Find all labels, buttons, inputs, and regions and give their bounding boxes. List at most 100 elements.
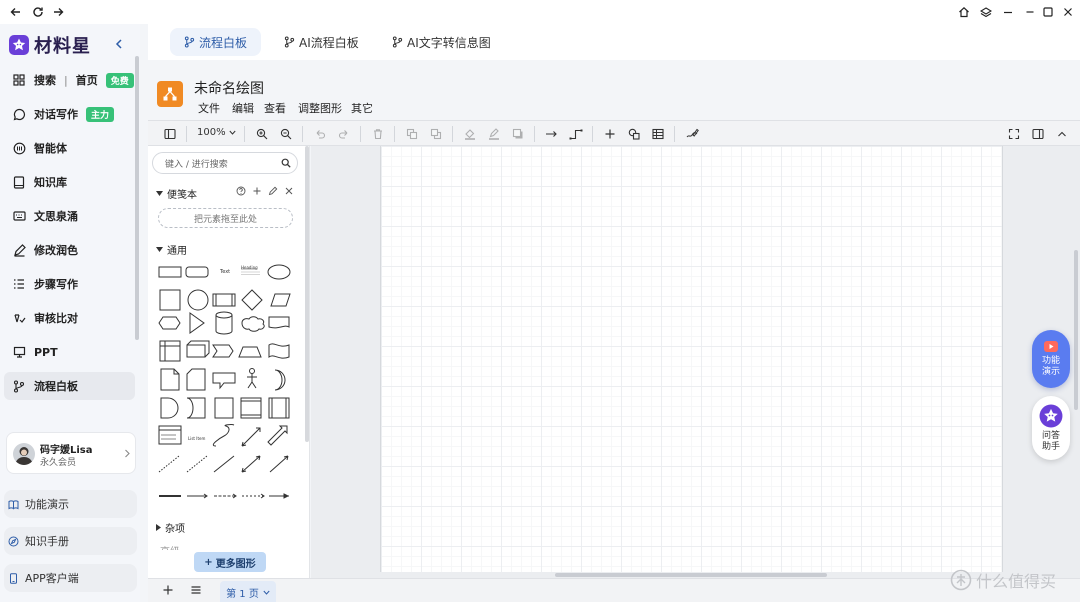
shapes-panel-scrollbar[interactable] xyxy=(305,146,309,442)
floating-qa-label: 问答助手 xyxy=(1041,430,1060,452)
line-color-icon[interactable] xyxy=(486,126,502,142)
chat-icon xyxy=(12,107,26,121)
sidebar-item-ppt[interactable]: PPT xyxy=(4,338,135,366)
format-panel-icon[interactable] xyxy=(1030,126,1046,142)
sidebar-item-step-writing[interactable]: 步骤写作 xyxy=(4,270,135,298)
fullscreen-icon[interactable] xyxy=(1006,126,1022,142)
close-icon[interactable] xyxy=(1060,4,1076,20)
add-page-icon[interactable] xyxy=(162,584,174,596)
scratchpad-header[interactable]: 便笺本 xyxy=(156,186,197,201)
sidebar-item-knowledge-base[interactable]: 知识库 xyxy=(4,168,135,196)
connection-arrow-icon[interactable] xyxy=(544,126,560,142)
collapse-up-icon[interactable] xyxy=(1054,126,1070,142)
zoom-select[interactable]: 100% xyxy=(197,127,236,138)
to-front-icon[interactable] xyxy=(404,126,420,142)
redo-icon[interactable] xyxy=(336,126,352,142)
app-client-button[interactable]: APP客户端 xyxy=(4,564,137,592)
cylinder-shape xyxy=(215,330,233,335)
waypoint-elbow-icon[interactable] xyxy=(568,126,584,142)
more-shapes-button[interactable]: + 更多图形 xyxy=(194,552,266,572)
edit-icon[interactable] xyxy=(268,186,278,196)
sidebar-item-review-compare[interactable]: 审核比对 xyxy=(4,304,135,332)
tab-flow-whiteboard[interactable]: 流程白板 xyxy=(170,28,262,56)
sidebar-item-polish[interactable]: 修改润色 xyxy=(4,236,135,264)
brand-logo[interactable]: 材料星 xyxy=(8,32,91,58)
dashed-line-shape xyxy=(186,455,208,473)
knowledge-manual-button[interactable]: 知识手册 xyxy=(4,527,137,555)
user-membership: 永久会员 xyxy=(40,458,77,468)
shadow-icon[interactable] xyxy=(510,126,526,142)
page-tab-1[interactable]: 第 1 页 xyxy=(220,581,276,602)
search-icon[interactable] xyxy=(281,158,291,168)
undo-icon[interactable] xyxy=(312,126,328,142)
forward-arrow-icon[interactable] xyxy=(50,4,66,20)
sidebar-item-inspiration[interactable]: 文思泉涌 xyxy=(4,202,135,230)
user-card[interactable]: 码字媛Lisa 永久会员 xyxy=(6,432,136,474)
misc-section-header[interactable]: 杂项 xyxy=(156,520,185,535)
sidebar-scrollbar[interactable] xyxy=(135,56,139,340)
toggle-panel-icon[interactable] xyxy=(162,126,178,142)
help-icon[interactable] xyxy=(236,186,246,196)
tab-ai-text-to-infographic[interactable]: AI文字转信息图 xyxy=(378,28,505,56)
flow-icon xyxy=(12,379,26,393)
insert-plus-icon[interactable] xyxy=(602,126,618,142)
sidebar-item-chat-writing[interactable]: 对话写作 主力 xyxy=(4,100,135,128)
floating-demo-label: 功能演示 xyxy=(1041,356,1060,377)
separator: | xyxy=(64,73,68,87)
shape-search-input[interactable]: 键入 / 进行搜索 xyxy=(152,152,298,174)
maximize-icon[interactable] xyxy=(1040,4,1056,20)
menu-file[interactable]: 文件 xyxy=(198,100,220,116)
feature-demo-button[interactable]: 功能演示 xyxy=(4,490,137,518)
editor-toolbar: 100% xyxy=(148,120,1080,146)
dotted-line-shape xyxy=(158,455,180,473)
to-back-icon[interactable] xyxy=(428,126,444,142)
sidebar-item-search-home[interactable]: 搜索 | 首页 免费 xyxy=(4,66,135,94)
internal-storage-shape xyxy=(214,397,234,419)
home-icon[interactable] xyxy=(956,4,972,20)
menu-edit[interactable]: 编辑 xyxy=(232,100,254,116)
scratchpad-drop-zone[interactable]: 把元素拖至此处 xyxy=(158,208,293,228)
collapse-sidebar-icon[interactable] xyxy=(114,38,124,50)
floating-feature-demo-button[interactable]: 功能演示 xyxy=(1032,330,1070,388)
document-title[interactable]: 未命名绘图 xyxy=(194,78,264,98)
fill-color-icon[interactable] xyxy=(462,126,478,142)
assistant-avatar-icon xyxy=(1039,404,1063,427)
sidebar-item-agent[interactable]: 智能体 xyxy=(4,134,135,162)
freehand-pen-icon[interactable] xyxy=(684,126,700,142)
sidebar-item-label: 流程白板 xyxy=(34,380,78,393)
table-icon[interactable] xyxy=(650,126,666,142)
canvas-vertical-scrollbar[interactable] xyxy=(1074,250,1078,410)
minimize-dash-icon[interactable] xyxy=(1022,4,1038,20)
minimize-icon[interactable] xyxy=(1000,4,1016,20)
add-icon[interactable] xyxy=(252,186,262,196)
close-icon[interactable] xyxy=(284,186,294,196)
layers-icon[interactable] xyxy=(978,4,994,20)
window-titlebar xyxy=(0,0,1080,24)
zoom-out-icon[interactable] xyxy=(278,126,294,142)
tab-ai-flow-whiteboard[interactable]: AI流程白板 xyxy=(270,28,373,56)
pages-menu-icon[interactable] xyxy=(190,584,202,596)
general-section-header[interactable]: 通用 xyxy=(156,242,187,257)
misc-title: 杂项 xyxy=(165,524,185,535)
menu-arrange[interactable]: 调整图形 xyxy=(298,100,342,116)
container-shape xyxy=(159,340,181,362)
sidebar-item-flow-whiteboard[interactable]: 流程白板 xyxy=(4,372,135,400)
user-name: 码字媛Lisa xyxy=(40,445,93,456)
delete-icon[interactable] xyxy=(370,126,386,142)
partial-section-header: 高级 xyxy=(160,542,200,550)
keyboard-icon xyxy=(12,209,26,223)
menu-extras[interactable]: 其它 xyxy=(351,100,373,116)
floating-qa-assistant-button[interactable]: 问答助手 xyxy=(1032,396,1070,460)
drawing-canvas[interactable] xyxy=(380,146,1003,572)
toolbar-separator xyxy=(674,126,675,142)
canvas-horizontal-scrollbar[interactable] xyxy=(555,573,827,577)
menu-view[interactable]: 查看 xyxy=(264,100,286,116)
refresh-icon[interactable] xyxy=(30,4,46,20)
text-shape-label: Text xyxy=(220,269,231,275)
back-arrow-icon[interactable] xyxy=(8,4,24,20)
shapes-icon[interactable] xyxy=(626,126,642,142)
sidebar-item-label: 步骤写作 xyxy=(34,278,78,291)
zoom-in-icon[interactable] xyxy=(254,126,270,142)
main-badge: 主力 xyxy=(86,106,115,122)
general-shapes-grid[interactable] xyxy=(156,260,296,504)
